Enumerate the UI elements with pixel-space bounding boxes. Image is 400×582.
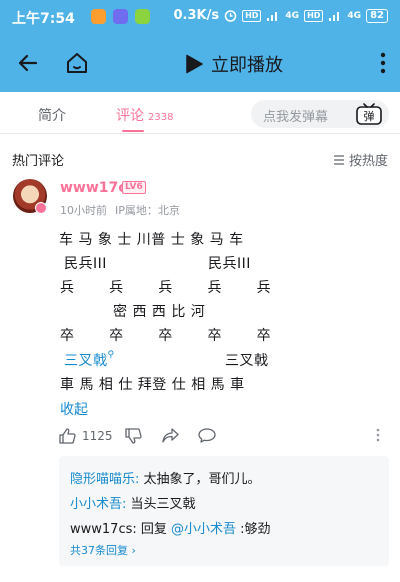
view-all-replies-label: 共37条回复 — [70, 544, 128, 557]
signal-type-2: 4G — [347, 10, 362, 21]
sort-icon — [333, 154, 344, 165]
section-title: 热门评论 — [12, 154, 65, 169]
reply-username[interactable]: www17cs: — [70, 522, 137, 537]
reply-item[interactable]: 小小术吾: 当头三叉戟 — [70, 493, 196, 512]
app-notification-icon — [135, 9, 150, 24]
comment-text-line: 車 馬 相 仕 拜登 仕 相 馬 車 — [60, 377, 245, 393]
tab-intro[interactable]: 简介 — [38, 105, 66, 125]
hd-badge: HD — [242, 9, 262, 22]
tab-comments-count: 2338 — [148, 112, 174, 123]
thumbs-up-icon — [59, 428, 76, 444]
hd-badge-2: HD — [304, 9, 324, 22]
comment-text-line: 密 西 西 比 河 — [113, 304, 206, 320]
signal-icon — [267, 11, 278, 21]
network-speed: 0.3K/s — [173, 8, 220, 23]
comment-ip: IP属地：北京 — [115, 204, 180, 217]
comment-text-line: 卒 卒 卒 卒 卒 — [60, 328, 272, 344]
sort-button[interactable]: 按热度 — [333, 150, 388, 169]
comment-text-line: 民兵III — [64, 256, 107, 272]
comment-text-line: 三叉戟 — [225, 353, 269, 369]
comment-text-line: 民兵III — [208, 256, 251, 272]
danmaku-placeholder: 点我发弹幕 — [263, 110, 329, 125]
app-notification-icon — [113, 9, 128, 24]
status-time: 上午7:54 — [12, 11, 75, 27]
reply-text: 太抽象了，哥们儿。 — [139, 472, 261, 487]
reply-text: 回复 — [136, 522, 172, 537]
alarm-icon — [224, 10, 237, 22]
avatar-badge-icon — [35, 202, 47, 214]
comment-meta: 10小时前 IP属地：北京 — [60, 202, 180, 218]
more-vertical-icon[interactable] — [380, 51, 386, 75]
comment-text-line: 兵 兵 兵 兵 兵 — [60, 280, 272, 296]
home-icon[interactable] — [64, 50, 90, 76]
tab-active-indicator — [122, 130, 144, 132]
reply-item[interactable]: 隐形喵喵乐: 太抽象了，哥们儿。 — [70, 468, 261, 487]
like-button[interactable]: 1125 — [59, 428, 113, 444]
app-notification-icon — [91, 9, 106, 24]
video-header: 立即播放 — [0, 34, 400, 92]
play-now-button[interactable]: 立即播放 — [185, 51, 283, 77]
view-all-replies[interactable]: 共37条回复 › — [70, 542, 136, 558]
back-arrow-icon[interactable] — [16, 51, 40, 75]
sort-label: 按热度 — [348, 154, 388, 169]
thumbs-down-icon — [125, 428, 142, 444]
level-badge: LV6 — [122, 181, 146, 194]
reply-button[interactable] — [198, 428, 216, 443]
comment-bubble-icon — [198, 428, 216, 443]
danmaku-input[interactable]: 点我发弹幕 弹 — [251, 100, 389, 128]
like-count: 1125 — [82, 429, 113, 443]
reply-item[interactable]: www17cs: 回复 @小小术吾 :够劲 — [70, 518, 271, 537]
comment-more-button[interactable] — [376, 428, 380, 442]
tab-comments-label: 评论 — [116, 108, 144, 124]
play-now-label: 立即播放 — [211, 55, 283, 76]
tab-comments[interactable]: 评论 2338 — [116, 105, 173, 125]
chevron-right-icon: › — [131, 544, 136, 557]
signal-icon-2 — [329, 11, 340, 21]
search-keyword-text: 三叉戟 — [64, 353, 108, 369]
search-icon: ⚲ — [107, 350, 115, 360]
reply-text: :够劲 — [236, 522, 271, 537]
replies-box[interactable]: 隐形喵喵乐: 太抽象了，哥们儿。 小小术吾: 当头三叉戟 www17cs: 回复… — [59, 456, 389, 566]
reply-mention[interactable]: @小小术吾 — [171, 522, 236, 537]
play-icon — [186, 54, 203, 74]
more-vertical-icon — [376, 428, 380, 442]
dislike-button[interactable] — [125, 428, 142, 444]
danmaku-button-label: 弹 — [364, 109, 375, 123]
reply-text: 当头三叉戟 — [126, 497, 196, 512]
comment-time: 10小时前 — [60, 204, 107, 217]
share-icon — [162, 428, 179, 443]
collapse-button[interactable]: 收起 — [60, 399, 88, 419]
danmaku-toggle-icon[interactable]: 弹 — [355, 102, 383, 126]
reply-username[interactable]: 隐形喵喵乐: — [70, 472, 139, 487]
share-button[interactable] — [162, 428, 179, 443]
search-keyword-link[interactable]: 三叉戟⚲ — [64, 350, 115, 370]
reply-username[interactable]: 小小术吾: — [70, 497, 126, 512]
status-indicators: 0.3K/s HD 4G HD 4G 82 — [173, 8, 388, 23]
status-bar: 上午7:54 0.3K/s HD 4G HD 4G 82 — [0, 0, 400, 34]
comment-text-line: 车 马 象 士 川普 士 象 马 车 — [59, 232, 244, 248]
battery-indicator: 82 — [366, 8, 388, 23]
signal-type: 4G — [285, 10, 300, 21]
